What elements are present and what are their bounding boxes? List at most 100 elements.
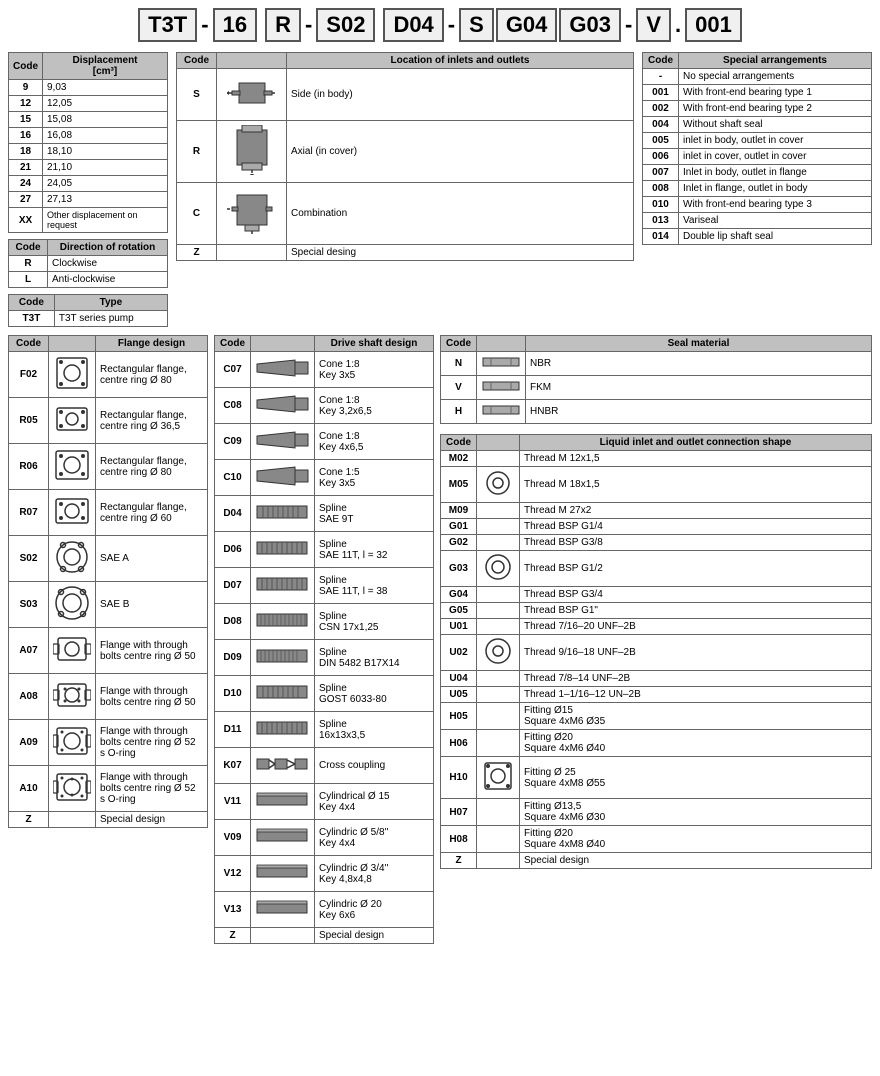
- drive-row-d10: D10 Spl: [215, 676, 434, 712]
- conn-icon-u02: [477, 635, 520, 671]
- conn-desc-g02: Thread BSP G3/8: [520, 535, 872, 551]
- flange-desc-a09: Flange with through bolts centre ring Ø …: [96, 720, 208, 766]
- drive-desc-v12: Cylindric Ø 3/4''Key 4,8x4,8: [315, 856, 434, 892]
- drive-icon-c08: [251, 388, 315, 424]
- drive-desc-k07: Cross coupling: [315, 748, 434, 784]
- disp-12: 12,05: [43, 96, 168, 112]
- drive-code-v12: V12: [215, 856, 251, 892]
- spec-code-013: 013: [643, 213, 679, 229]
- conn-code-u01: U01: [441, 619, 477, 635]
- drive-icon-d10: [251, 676, 315, 712]
- seal-row-n: N NBR: [441, 352, 872, 376]
- loc-r-icon: [217, 121, 287, 183]
- loc-c-icon: [217, 183, 287, 245]
- conn-code-h05: H05: [441, 703, 477, 730]
- pn-t3t: T3T: [138, 8, 197, 42]
- conn-icon-g03: [477, 551, 520, 587]
- spec-code-dash: -: [643, 69, 679, 85]
- conn-code-m09: M09: [441, 503, 477, 519]
- disp-9: 9,03: [43, 80, 168, 96]
- flange-desc-z: Special design: [96, 812, 208, 828]
- location-table: Code Location of inlets and outlets S: [176, 52, 634, 261]
- conn-icon-u05: [477, 687, 520, 703]
- drive-row-c10: C10 Cone 1:5Key 3x5: [215, 460, 434, 496]
- conn-code-u04: U04: [441, 671, 477, 687]
- flange-desc-r07: Rectangular flange, centre ring Ø 60: [96, 490, 208, 536]
- flange-row-a09: A09 Flange with throug: [9, 720, 208, 766]
- drive-code-d08: D08: [215, 604, 251, 640]
- spec-005: inlet in body, outlet in cover: [679, 133, 872, 149]
- conn-desc-g05: Thread BSP G1": [520, 603, 872, 619]
- code-24: 24: [9, 176, 43, 192]
- a07-icon: [53, 630, 91, 668]
- code-z-loc: Z: [177, 245, 217, 261]
- flange-desc-a08: Flange with through bolts centre ring Ø …: [96, 674, 208, 720]
- conn-code-u05: U05: [441, 687, 477, 703]
- conn-row-u02: U02 Thread 9/16–18 UNF–2B: [441, 635, 872, 671]
- seal-icon-h: [477, 400, 526, 424]
- spec-006: inlet in cover, outlet in cover: [679, 149, 872, 165]
- drive-desc-d07: SplineSAE 11T, l = 38: [315, 568, 434, 604]
- table-row: 24 24,05: [9, 176, 168, 192]
- drive-icon-d11: [251, 712, 315, 748]
- drive-icon-k07: [251, 748, 315, 784]
- conn-desc-z: Special design: [520, 853, 872, 869]
- seal-code-header: Code: [441, 336, 477, 352]
- drive-column: Code Drive shaft design C07 Cone 1:8Key …: [214, 335, 434, 944]
- drive-icon-c10: [251, 460, 315, 496]
- spec-004: Without shaft seal: [679, 117, 872, 133]
- table-row: XX Other displacement on request: [9, 208, 168, 233]
- flange-icon-a10: [49, 766, 96, 812]
- loc-r-desc: Axial (in cover): [287, 121, 634, 183]
- loc-code-header: Code: [177, 53, 217, 69]
- drive-icon-v09: [251, 820, 315, 856]
- conn-desc-g03: Thread BSP G1/2: [520, 551, 872, 587]
- code-12: 12: [9, 96, 43, 112]
- conn-desc-g01: Thread BSP G1/4: [520, 519, 872, 535]
- drive-code-c09: C09: [215, 424, 251, 460]
- spec-014: Double lip shaft seal: [679, 229, 872, 245]
- displacement-table: Code Displacement[cm³] 9 9,03 12 12,05 1…: [8, 52, 168, 233]
- conn-desc-header: Liquid inlet and outlet connection shape: [520, 435, 872, 451]
- flange-row-r05: R05 Rectangular flange, centre ring Ø 36…: [9, 398, 208, 444]
- conn-code-g03: G03: [441, 551, 477, 587]
- d09-icon: [255, 642, 310, 670]
- c08-icon: [255, 390, 310, 418]
- conn-code-g02: G02: [441, 535, 477, 551]
- flange-code-r05: R05: [9, 398, 49, 444]
- table-row: 008 Inlet in flange, outlet in body: [643, 181, 872, 197]
- flange-row-s03: S03 SAE B: [9, 582, 208, 628]
- flange-code-r07: R07: [9, 490, 49, 536]
- d10-icon: [255, 678, 310, 706]
- conn-desc-h05: Fitting Ø15Square 4xM6 Ø35: [520, 703, 872, 730]
- drive-code-k07: K07: [215, 748, 251, 784]
- spec-010: With front-end bearing type 3: [679, 197, 872, 213]
- right-top: Code Special arrangements - No special a…: [642, 52, 872, 327]
- rot-r: Clockwise: [48, 256, 168, 272]
- conn-row-g01: G01 Thread BSP G1/4: [441, 519, 872, 535]
- conn-code-m02: M02: [441, 451, 477, 467]
- spec-code-005: 005: [643, 133, 679, 149]
- part-number-display: T3T - 16 R - S02 D04 - S G04 G03 - V . 0…: [8, 8, 872, 42]
- table-row: R Axial (in cover): [177, 121, 634, 183]
- code-21: 21: [9, 160, 43, 176]
- drive-icon-d09: [251, 640, 315, 676]
- drive-row-d11: D11: [215, 712, 434, 748]
- conn-code-h06: H06: [441, 730, 477, 757]
- conn-icon-g05: [477, 603, 520, 619]
- conn-icon-z: [477, 853, 520, 869]
- conn-icon-m05: [477, 467, 520, 503]
- conn-icon-h10: [477, 757, 520, 799]
- conn-row-h10: H10 Fitting Ø 25Square 4xM8 Ø55: [441, 757, 872, 799]
- d07-icon: [255, 570, 310, 598]
- conn-icon-h06: [477, 730, 520, 757]
- code-xx: XX: [9, 208, 43, 233]
- disp-value-header: Displacement[cm³]: [43, 53, 168, 80]
- flange-code-a07: A07: [9, 628, 49, 674]
- disp-15: 15,08: [43, 112, 168, 128]
- conn-desc-h10: Fitting Ø 25Square 4xM8 Ø55: [520, 757, 872, 799]
- conn-code-m05: M05: [441, 467, 477, 503]
- pn-s02: S02: [316, 8, 375, 42]
- flange-code-s02: S02: [9, 536, 49, 582]
- loc-desc-header: Location of inlets and outlets: [287, 53, 634, 69]
